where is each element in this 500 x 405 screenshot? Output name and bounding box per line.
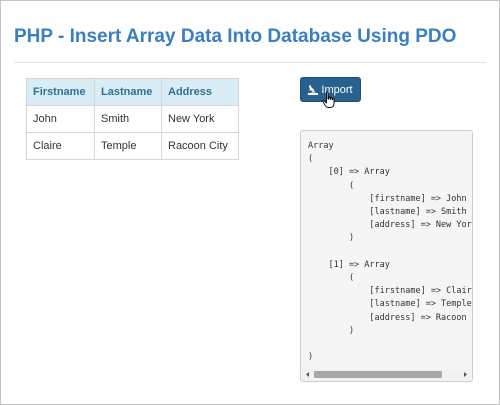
import-icon — [308, 85, 319, 95]
cell-firstname: Claire — [26, 132, 95, 160]
table-header-row: Firstname Lastname Address — [26, 78, 239, 106]
title-divider — [14, 62, 486, 63]
column-header-address: Address — [161, 78, 239, 106]
hand-cursor-icon — [322, 91, 335, 108]
scroll-left-icon[interactable] — [304, 371, 311, 378]
cell-address: New York — [161, 105, 239, 133]
scroll-right-icon[interactable] — [462, 371, 469, 378]
table-row: John Smith New York — [26, 105, 239, 133]
scrollbar-thumb[interactable] — [314, 371, 442, 378]
page-title: PHP - Insert Array Data Into Database Us… — [14, 26, 457, 47]
cell-lastname: Temple — [94, 132, 162, 160]
cell-firstname: John — [26, 105, 95, 133]
cell-address: Racoon City — [161, 132, 239, 160]
column-header-firstname: Firstname — [26, 78, 95, 106]
horizontal-scrollbar[interactable] — [302, 369, 471, 380]
array-output-text: Array ( [0] => Array ( [firstname] => Jo… — [308, 141, 472, 363]
column-header-lastname: Lastname — [94, 78, 162, 106]
cell-lastname: Smith — [94, 105, 162, 133]
array-output-panel: Array ( [0] => Array ( [firstname] => Jo… — [300, 130, 473, 382]
table-row: Claire Temple Racoon City — [26, 132, 239, 160]
member-table: Firstname Lastname Address John Smith Ne… — [26, 78, 239, 160]
